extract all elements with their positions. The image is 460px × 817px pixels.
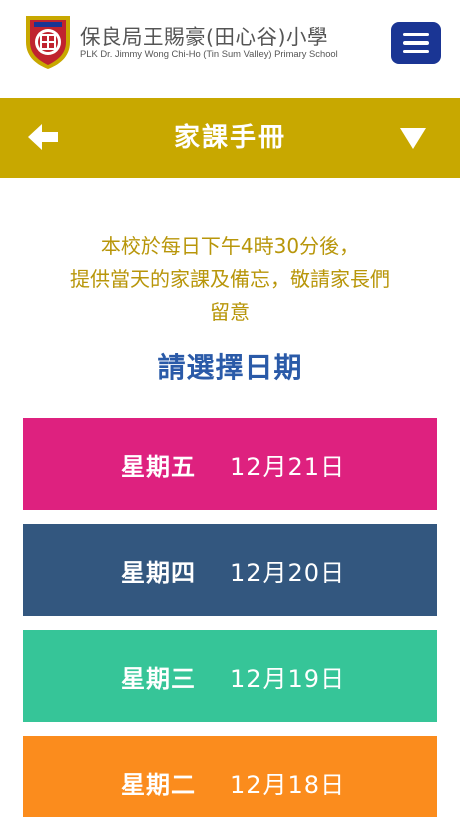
back-button[interactable] bbox=[26, 122, 60, 152]
day-weekday: 星期四 bbox=[121, 558, 196, 587]
day-list: 星期五 12月21日 星期四 12月20日 星期三 12月19日 星期二 12月… bbox=[23, 418, 437, 817]
hamburger-menu-icon bbox=[403, 32, 429, 37]
page-title: 家課手冊 bbox=[173, 123, 286, 153]
homework-notice: 本校於每日下午4時30分後， 提供當天的家課及備忘，敬請家長們 留意 bbox=[20, 230, 440, 329]
day-weekday: 星期二 bbox=[121, 770, 196, 799]
notice-line-1: 本校於每日下午4時30分後， bbox=[100, 234, 360, 258]
title-bar: 家課手冊 bbox=[0, 98, 460, 178]
menu-button[interactable] bbox=[391, 22, 441, 64]
school-name-en: PLK Dr. Jimmy Wong Chi-Ho (Tin Sum Valle… bbox=[80, 48, 338, 59]
day-button-thu[interactable]: 星期四 12月20日 bbox=[23, 524, 437, 616]
day-button-fri[interactable]: 星期五 12月21日 bbox=[23, 418, 437, 510]
dropdown-button[interactable] bbox=[398, 125, 428, 151]
day-weekday: 星期五 bbox=[121, 452, 196, 481]
arrow-left-icon bbox=[28, 124, 58, 150]
notice-line-2: 提供當天的家課及備忘，敬請家長們 bbox=[70, 267, 390, 291]
day-date: 12月20日 bbox=[230, 558, 346, 587]
choose-date-heading: 請選擇日期 bbox=[157, 351, 303, 384]
school-name-zh: 保良局王賜豪(田心谷)小學 bbox=[80, 25, 328, 49]
day-date: 12月21日 bbox=[230, 452, 346, 481]
notice-line-3: 留意 bbox=[210, 300, 250, 324]
day-button-wed[interactable]: 星期三 12月19日 bbox=[23, 630, 437, 722]
day-button-tue[interactable]: 星期二 12月18日 bbox=[23, 736, 437, 817]
triangle-down-icon bbox=[400, 128, 426, 149]
day-weekday: 星期三 bbox=[121, 664, 196, 693]
school-header: 保良局王賜豪(田心谷)小學 PLK Dr. Jimmy Wong Chi-Ho … bbox=[0, 0, 460, 96]
day-date: 12月18日 bbox=[230, 770, 346, 799]
school-crest-icon bbox=[26, 16, 70, 69]
day-date: 12月19日 bbox=[230, 664, 346, 693]
